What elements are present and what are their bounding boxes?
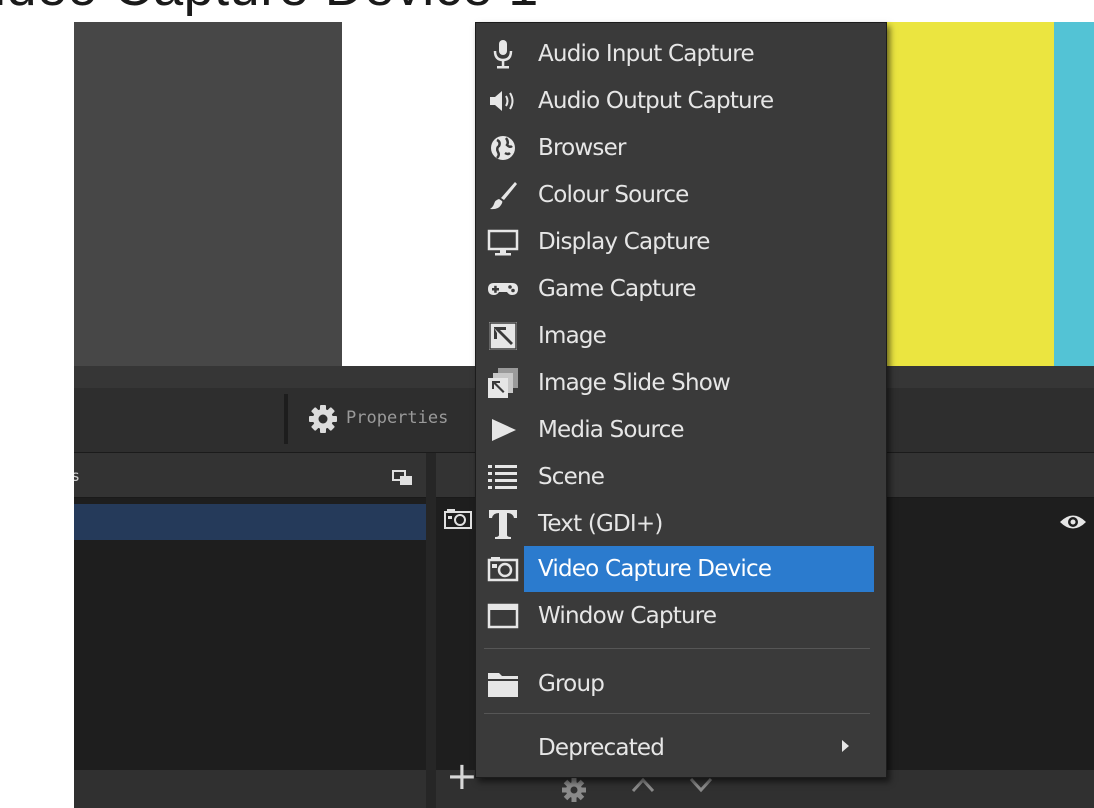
menu-item-label: Colour Source <box>538 182 689 208</box>
camera-icon <box>486 552 520 586</box>
menu-item-label: Audio Input Capture <box>538 41 755 67</box>
scenes-panel-footer <box>74 770 426 808</box>
menu-item-label: Group <box>538 671 605 697</box>
menu-item-label: Image <box>538 323 607 349</box>
video-source-camera-icon[interactable] <box>444 508 472 530</box>
globe-icon <box>486 131 520 165</box>
menu-item-label: Scene <box>538 464 605 490</box>
gamepad-icon <box>486 272 520 306</box>
menu-item-text-gdi[interactable]: Text (GDI+) <box>476 501 886 545</box>
add-source-context-menu: Audio Input Capture Audio Output Capture… <box>475 22 887 778</box>
move-down-chevron-icon[interactable] <box>688 776 714 794</box>
menu-item-display-capture[interactable]: Display Capture <box>476 219 886 263</box>
menu-item-game-capture[interactable]: Game Capture <box>476 266 886 310</box>
menu-item-label: Image Slide Show <box>538 370 731 396</box>
visibility-eye-icon[interactable] <box>1058 512 1088 532</box>
menu-item-label: Deprecated <box>538 735 665 761</box>
image-icon <box>486 319 520 353</box>
properties-button-label[interactable]: Properties <box>346 408 448 428</box>
window-title-fragment: ideo Capture Device 1 <box>0 0 539 18</box>
add-source-button[interactable]: + <box>446 757 478 795</box>
menu-item-browser[interactable]: Browser <box>476 125 886 169</box>
menu-item-deprecated[interactable]: Deprecated <box>476 725 886 769</box>
menu-item-label: Display Capture <box>538 229 710 255</box>
preview-canvas-cyan-bar[interactable] <box>1054 22 1094 366</box>
preview-background <box>74 22 342 366</box>
menu-item-audio-output-capture[interactable]: Audio Output Capture <box>476 78 886 122</box>
list-icon <box>486 460 520 494</box>
submenu-arrow-icon <box>842 740 849 752</box>
move-up-chevron-icon[interactable] <box>630 776 656 794</box>
menu-item-group[interactable]: Group <box>476 661 886 705</box>
slideshow-icon <box>486 366 520 400</box>
toolbar-separator <box>284 394 288 444</box>
menu-item-scene[interactable]: Scene <box>476 454 886 498</box>
menu-item-label: Audio Output Capture <box>538 88 774 114</box>
panel-divider <box>426 453 436 808</box>
menu-item-image[interactable]: Image <box>476 313 886 357</box>
selected-scene-row[interactable] <box>74 504 426 540</box>
menu-separator <box>484 648 870 649</box>
menu-item-label: Media Source <box>538 417 685 443</box>
paint-brush-icon <box>486 178 520 212</box>
menu-item-window-capture[interactable]: Window Capture <box>476 593 886 637</box>
scenes-panel-header <box>74 453 426 498</box>
menu-item-colour-source[interactable]: Colour Source <box>476 172 886 216</box>
undock-panel-icon[interactable] <box>392 470 414 486</box>
source-properties-gear-icon[interactable] <box>558 774 590 806</box>
text-icon <box>486 507 520 541</box>
menu-item-label: Browser <box>538 135 626 161</box>
menu-item-video-capture-device[interactable]: Video Capture Device <box>476 546 886 592</box>
folder-icon <box>486 667 520 701</box>
menu-item-audio-input-capture[interactable]: Audio Input Capture <box>476 31 886 75</box>
speaker-icon <box>486 84 520 118</box>
menu-item-label: Game Capture <box>538 276 696 302</box>
menu-item-label: Video Capture Device <box>538 556 772 582</box>
play-icon <box>486 413 520 447</box>
scenes-panel-title: es <box>74 467 81 485</box>
microphone-icon <box>486 37 520 71</box>
properties-gear-icon[interactable] <box>304 402 342 436</box>
menu-item-media-source[interactable]: Media Source <box>476 407 886 451</box>
menu-item-label: Window Capture <box>538 603 717 629</box>
menu-separator <box>484 713 870 714</box>
window-icon <box>486 599 520 633</box>
monitor-icon <box>486 225 520 259</box>
menu-item-image-slide-show[interactable]: Image Slide Show <box>476 360 886 404</box>
menu-item-label: Text (GDI+) <box>538 511 663 537</box>
